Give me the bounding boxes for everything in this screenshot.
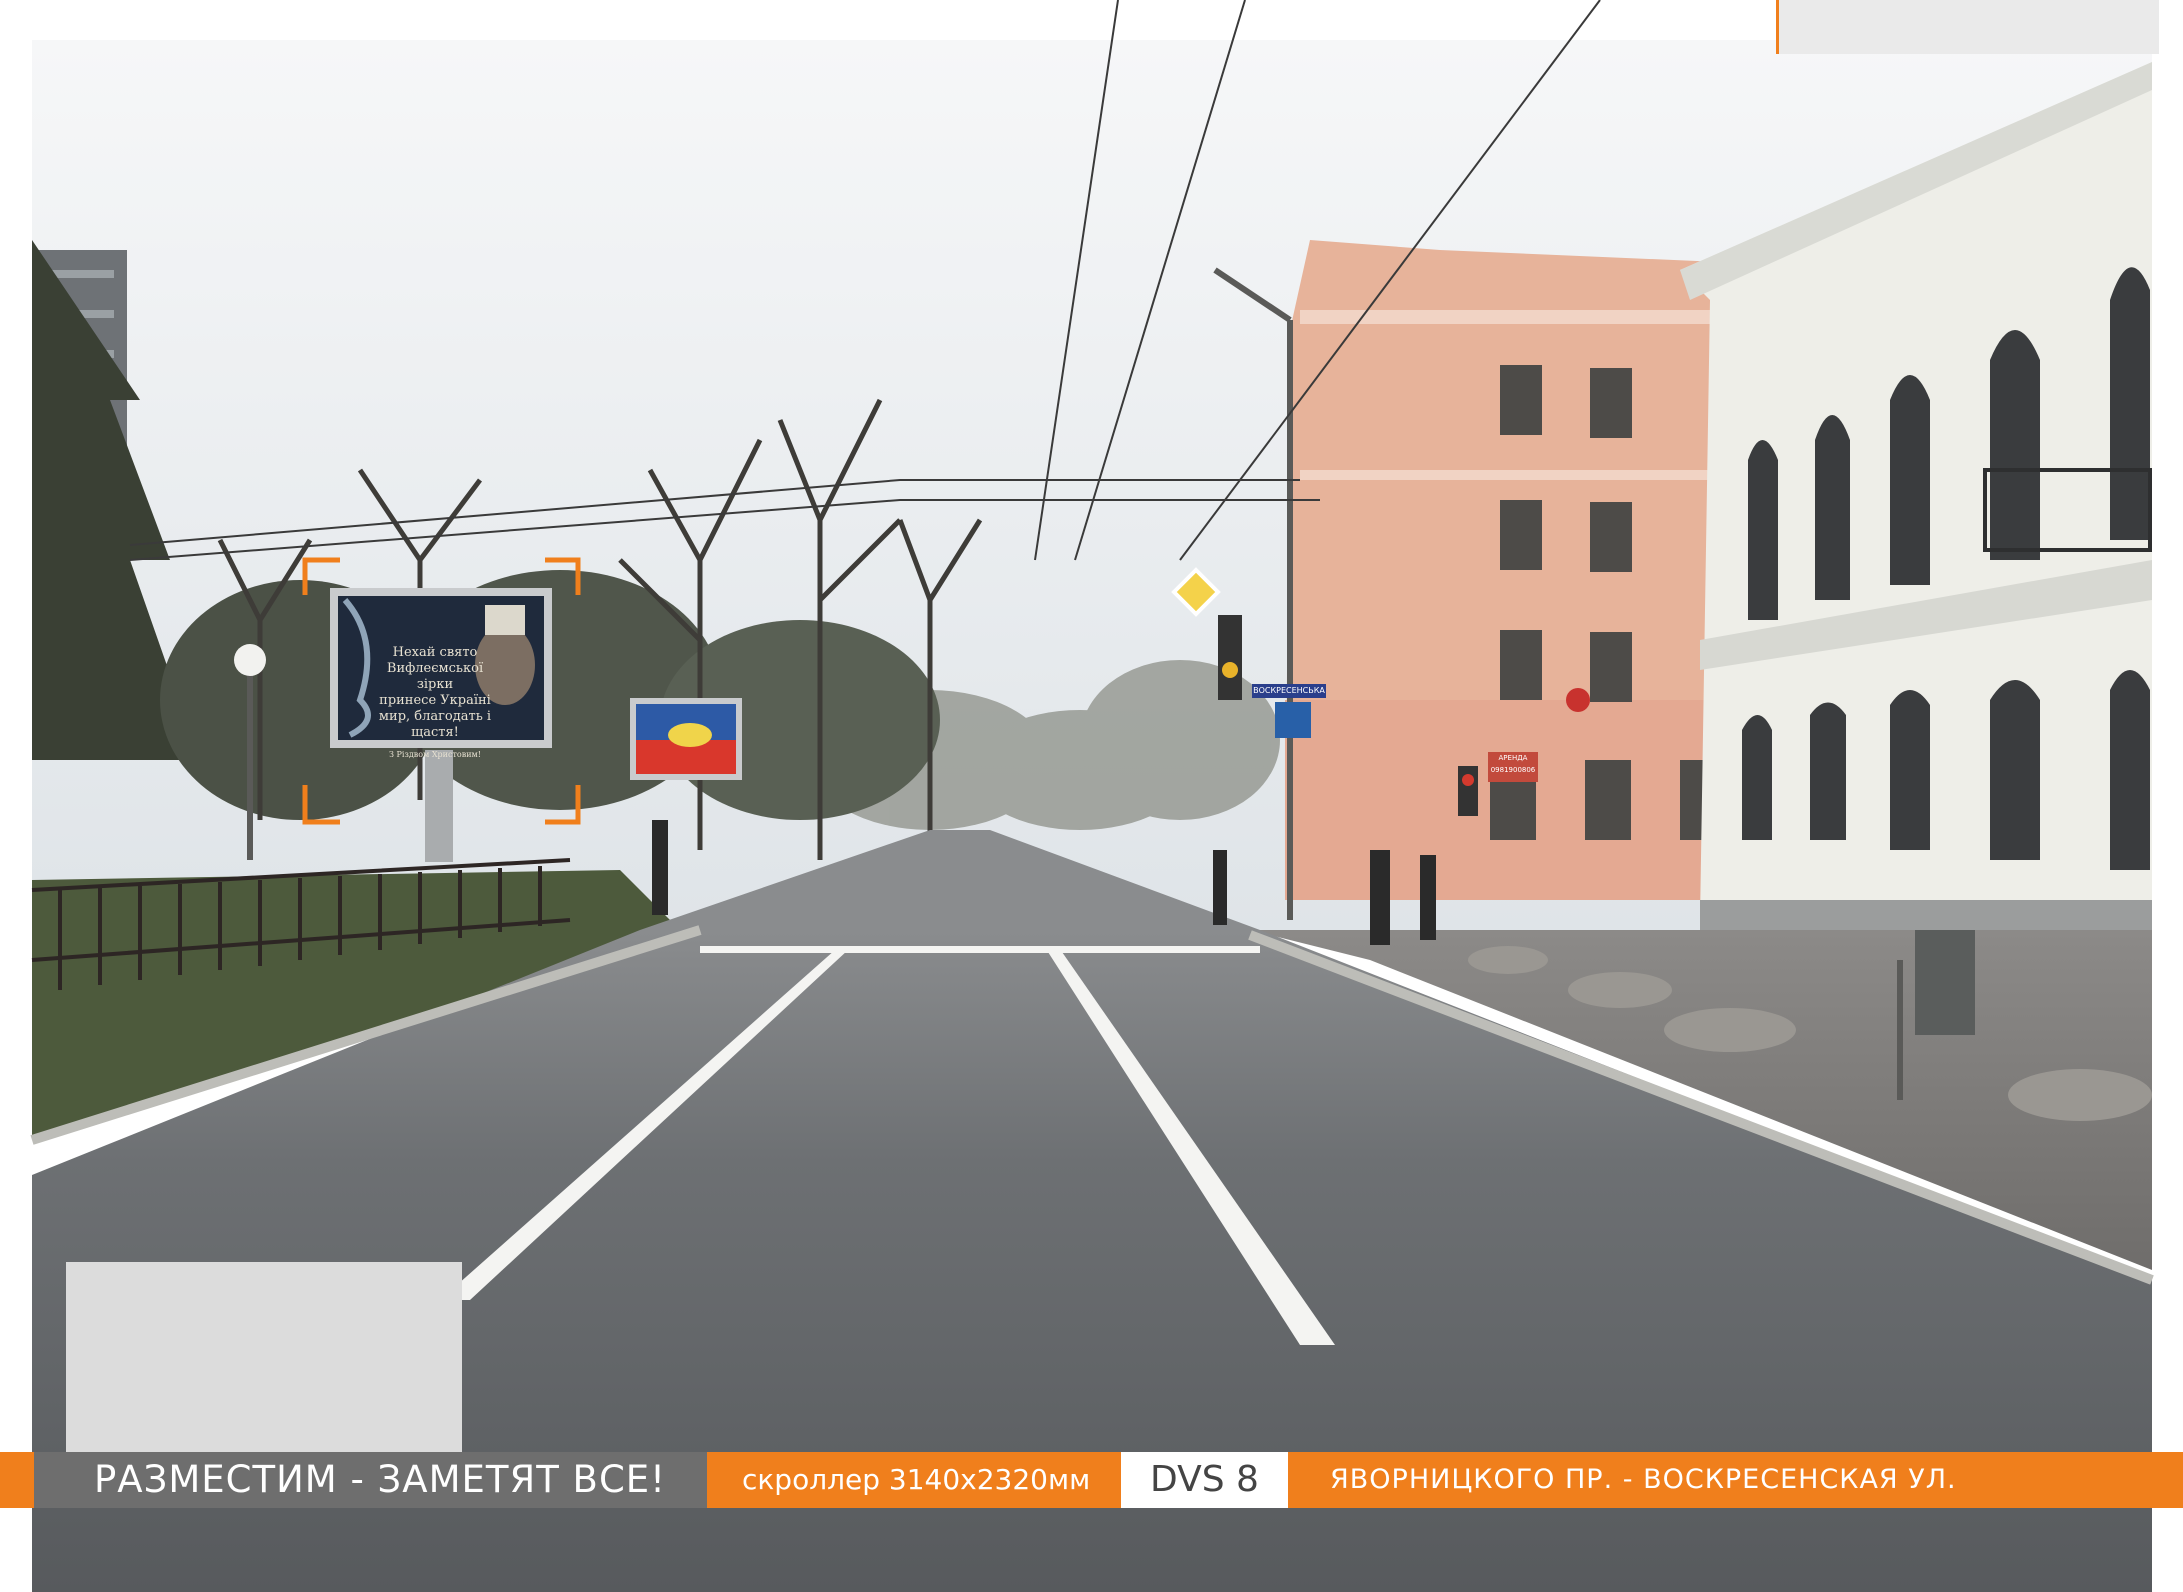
shop-sign-line-2: 0981900806 [1490,766,1536,774]
billboard-small-line: З Різдвом Христовим! [389,750,481,759]
top-logo-placeholder [1776,0,2159,54]
billboard-line-1: Нехай свято [392,645,478,660]
shop-sign-line-1: АРЕНДА [1498,754,1528,762]
footer-code: DVS 8 [1121,1452,1288,1508]
crosswalk-sign [1275,702,1311,738]
footer-address: ЯВОРНИЦКОГО ПР. - ВОСКРЕСЕНСКАЯ УЛ. [1330,1464,1957,1495]
billboard-line-3: принесе Україні [379,693,491,708]
billboard-line-4: мир, благодать і щастя! [378,709,492,740]
footer-format: скроллер 3140x2320мм [742,1463,1091,1496]
bin [1915,930,1975,1035]
qr-placeholder [66,1262,462,1454]
pink-building [1285,240,1720,900]
billboard-line-2: Вифлеємської зірки [386,661,484,692]
no-entry-sign [1566,688,1590,712]
footer-slogan: РАЗМЕСТИМ - ЗАМЕТЯТ ВСЕ! [34,1452,707,1508]
billboard-caption: Нехай свято Вифлеємської зірки принесе У… [372,645,498,763]
shop-sign: АРЕНДА 0981900806 [1488,752,1538,782]
street-name-sign: ВОСКРЕСЕНСЬКА [1252,684,1326,698]
billboard-secondary [630,698,742,780]
